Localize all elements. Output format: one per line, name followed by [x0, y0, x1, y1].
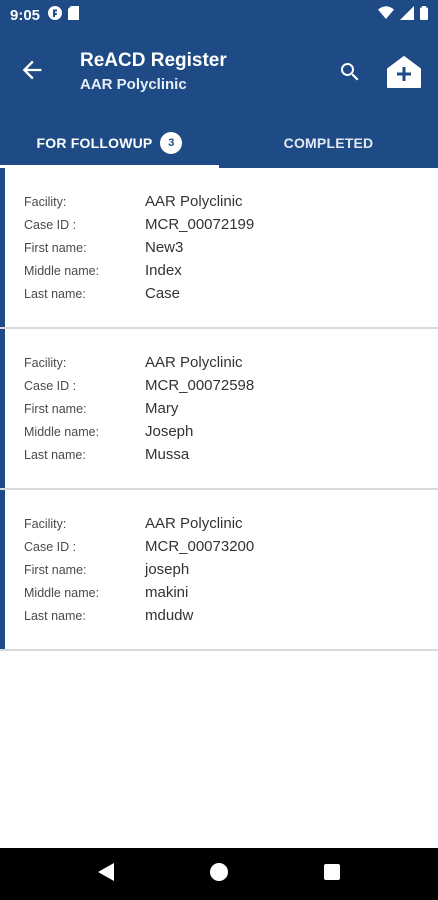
middle-name-row: Middle name: makini — [24, 581, 188, 604]
back-triangle-icon — [97, 862, 115, 887]
count-badge: 3 — [160, 132, 183, 154]
tab-bar: FOR FOLLOWUP 3 COMPLETED — [0, 118, 438, 168]
tab-for-followup[interactable]: FOR FOLLOWUP 3 — [0, 118, 219, 168]
case-id-row: Case ID : MCR_00072199 — [24, 213, 254, 236]
middle-name-value: Index — [145, 262, 182, 279]
card-accent-stripe — [0, 490, 5, 649]
case-id-label: Case ID : — [24, 378, 77, 393]
middle-name-label: Middle name: — [24, 263, 100, 278]
first-name-value: Mary — [145, 400, 179, 417]
facility-row: Facility: AAR Polyclinic — [24, 190, 243, 213]
search-icon — [338, 63, 362, 88]
case-card[interactable]: Facility: AAR Polyclinic Case ID : MCR_0… — [0, 329, 438, 490]
last-name-value: Mussa — [145, 446, 190, 463]
home-add-icon — [386, 56, 422, 94]
case-id-label: Case ID : — [24, 217, 77, 232]
case-id-value: MCR_00072199 — [145, 216, 255, 233]
first-name-label: First name: — [24, 240, 87, 255]
middle-name-value: makini — [145, 584, 189, 601]
case-id-row: Case ID : MCR_00073200 — [24, 535, 254, 558]
case-list: Facility: AAR Polyclinic Case ID : MCR_0… — [0, 168, 438, 651]
page-title: ReACD Register — [80, 50, 227, 71]
card-accent-stripe — [0, 168, 5, 327]
search-button[interactable] — [338, 60, 362, 84]
last-name-row: Last name: Case — [24, 282, 180, 305]
recents-square-icon — [323, 863, 341, 886]
middle-name-row: Middle name: Joseph — [24, 420, 193, 443]
battery-icon — [420, 5, 428, 25]
add-case-button[interactable] — [386, 54, 422, 90]
home-circle-icon — [209, 862, 229, 887]
nav-home-button[interactable] — [207, 862, 231, 886]
facility-row: Facility: AAR Polyclinic — [24, 512, 243, 535]
first-name-value: joseph — [145, 561, 190, 578]
first-name-row: First name: New3 — [24, 236, 183, 259]
nav-recents-button[interactable] — [320, 862, 344, 886]
last-name-row: Last name: Mussa — [24, 443, 189, 466]
tab-completed[interactable]: COMPLETED — [219, 118, 438, 168]
first-name-row: First name: joseph — [24, 558, 189, 581]
case-card[interactable]: Facility: AAR Polyclinic Case ID : MCR_0… — [0, 168, 438, 329]
middle-name-row: Middle name: Index — [24, 259, 182, 282]
first-name-label: First name: — [24, 401, 87, 416]
first-name-value: New3 — [145, 239, 184, 256]
sim-card-icon — [68, 5, 80, 25]
back-button[interactable] — [18, 56, 46, 84]
card-accent-stripe — [0, 329, 5, 488]
nav-back-button[interactable] — [94, 862, 118, 886]
app-bar: ReACD Register AAR Polyclinic — [0, 30, 438, 118]
arrow-back-icon — [18, 60, 46, 88]
first-name-row: First name: Mary — [24, 397, 178, 420]
system-nav-bar — [0, 848, 438, 900]
last-name-row: Last name: mdudw — [24, 604, 193, 627]
middle-name-value: Joseph — [145, 423, 194, 440]
status-time: 9:05 — [10, 6, 41, 24]
first-name-label: First name: — [24, 562, 87, 577]
case-id-label: Case ID : — [24, 539, 77, 554]
tab-label: COMPLETED — [283, 135, 374, 151]
facility-label: Facility: — [24, 194, 67, 209]
app-notification-icon — [48, 5, 63, 25]
last-name-value: Case — [145, 285, 181, 302]
facility-label: Facility: — [24, 355, 67, 370]
middle-name-label: Middle name: — [24, 585, 100, 600]
signal-icon — [400, 5, 414, 25]
app-bar-titles: ReACD Register AAR Polyclinic — [80, 48, 227, 96]
case-card[interactable]: Facility: AAR Polyclinic Case ID : MCR_0… — [0, 490, 438, 651]
page-subtitle: AAR Polyclinic — [80, 76, 187, 93]
case-id-row: Case ID : MCR_00072598 — [24, 374, 254, 397]
case-id-value: MCR_00073200 — [145, 538, 255, 555]
last-name-label: Last name: — [24, 286, 86, 301]
facility-value: AAR Polyclinic — [145, 354, 243, 371]
facility-row: Facility: AAR Polyclinic — [24, 351, 243, 374]
facility-label: Facility: — [24, 516, 67, 531]
facility-value: AAR Polyclinic — [145, 193, 243, 210]
middle-name-label: Middle name: — [24, 424, 100, 439]
last-name-label: Last name: — [24, 608, 86, 623]
wifi-icon — [378, 6, 394, 24]
facility-value: AAR Polyclinic — [145, 515, 243, 532]
tab-label: FOR FOLLOWUP — [36, 135, 153, 151]
last-name-label: Last name: — [24, 447, 86, 462]
last-name-value: mdudw — [145, 607, 194, 624]
case-id-value: MCR_00072598 — [145, 377, 255, 394]
status-bar: 9:05 — [0, 0, 438, 30]
